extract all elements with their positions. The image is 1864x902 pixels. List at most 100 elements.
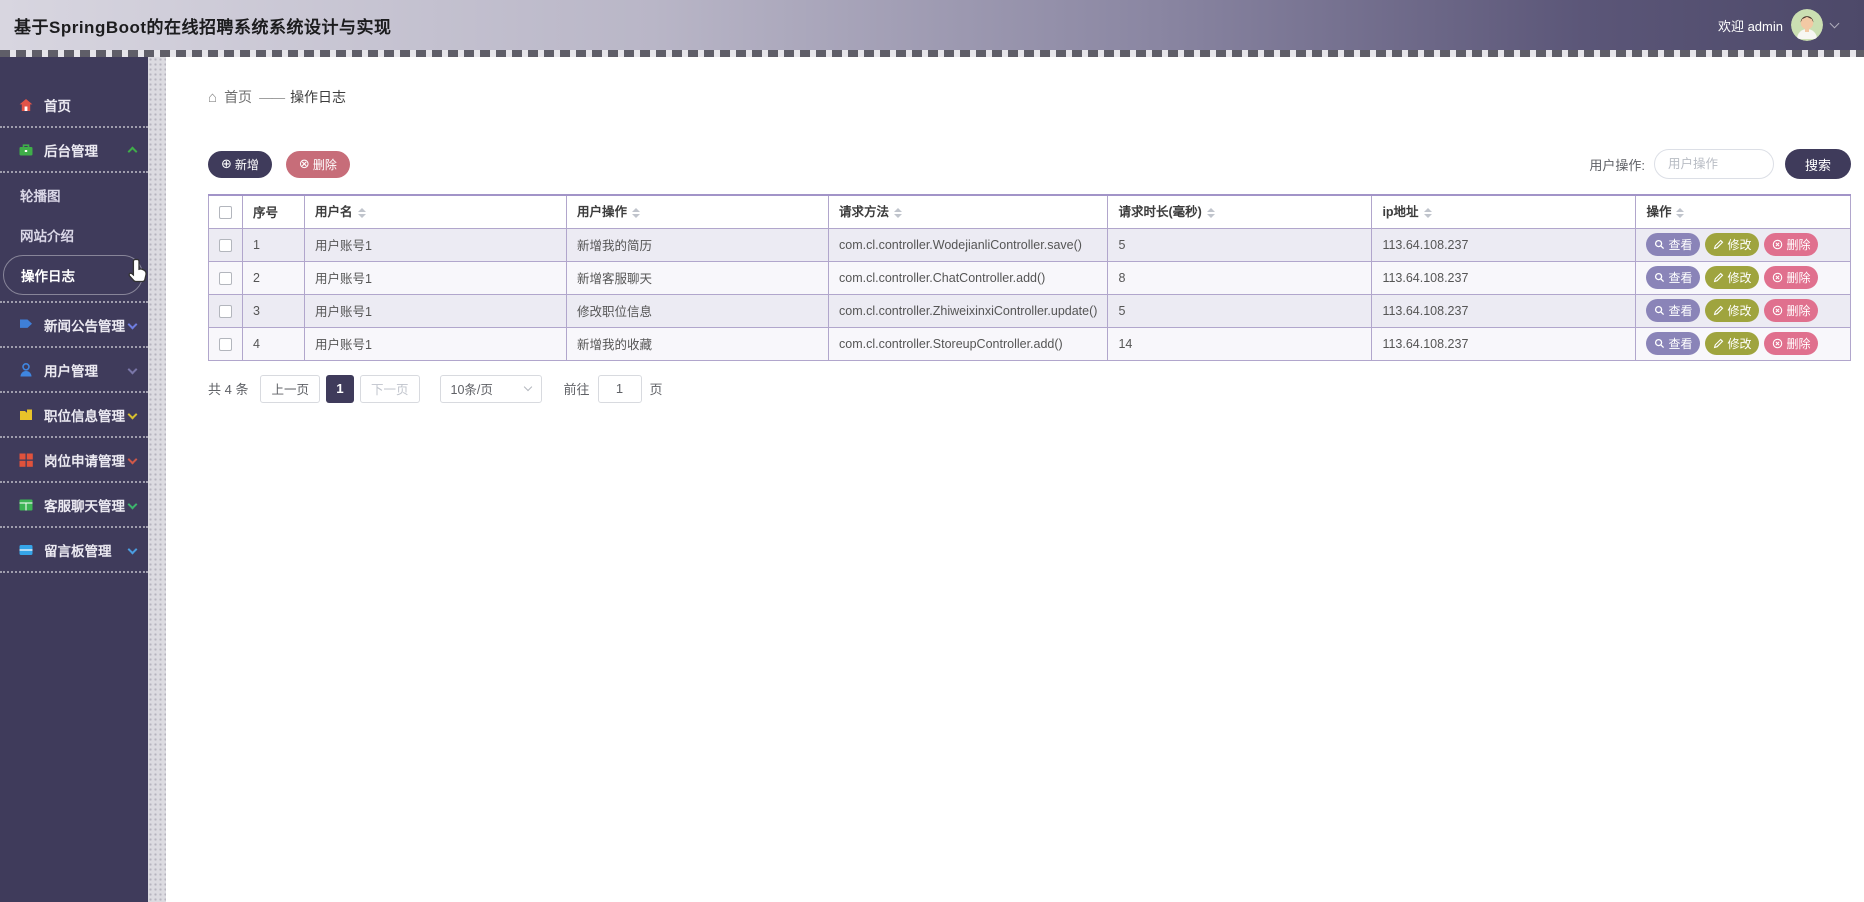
apply-grid-icon [19,453,33,467]
breadcrumb-home[interactable]: 首页 [224,87,252,107]
chevron-down-icon [127,499,138,510]
sidebar-item-operation-log[interactable]: 操作日志 [3,255,143,295]
magnifier-icon [1655,305,1665,316]
sidebar-item-news[interactable]: 新闻公告管理 [0,303,148,348]
sidebar-item-label: 网站介绍 [20,229,74,244]
search-input[interactable] [1654,149,1774,179]
edit-icon [1714,272,1724,283]
main-layout: 首页 后台管理 轮播图 网站介绍 操作日志 新闻公告管理 用户管理 职位信息管理… [0,57,1864,902]
delete-row-button[interactable]: 删除 [1764,332,1819,355]
cell-index: 3 [242,293,305,328]
sidebar-item-label: 留言板管理 [44,543,112,559]
goto-suffix: 页 [649,382,663,397]
table-row: 3 用户账号1 修改职位信息 com.cl.controller.Zhiweix… [208,293,1851,328]
row-actions: 查看 修改 删除 [1646,332,1840,355]
magnifier-icon [1655,239,1665,250]
sidebar-item-applications[interactable]: 岗位申请管理 [0,438,148,483]
view-button[interactable]: 查看 [1646,332,1701,355]
delete-button[interactable]: 删除 [285,150,350,178]
row-actions: 查看 修改 删除 [1646,266,1840,289]
edit-icon [1714,338,1724,349]
goto-page-input[interactable] [597,374,642,403]
view-button[interactable]: 查看 [1646,233,1701,256]
add-button[interactable]: 新增 [208,150,272,178]
view-button[interactable]: 查看 [1646,299,1701,322]
cell-ip: 113.64.108.237 [1371,227,1637,262]
sidebar-item-home[interactable]: 首页 [0,83,148,128]
pagination-goto: 前往 页 [564,374,663,403]
column-header-operation[interactable]: 用户操作 [566,194,829,229]
column-header-username[interactable]: 用户名 [304,194,567,229]
header-user-area: 欢迎 admin [1718,9,1864,41]
delete-row-button[interactable]: 删除 [1764,266,1819,289]
edit-button[interactable]: 修改 [1705,332,1760,355]
column-header-actions[interactable]: 操作 [1635,194,1851,229]
breadcrumb-current: 操作日志 [290,89,347,105]
edit-button[interactable]: 修改 [1705,233,1760,256]
sort-icon[interactable] [894,204,903,222]
column-header-index: 序号 [242,194,305,229]
view-button-label: 查看 [1668,238,1693,252]
chevron-up-icon [127,146,138,157]
sidebar-item-label: 操作日志 [21,269,75,284]
cell-username: 用户账号1 [304,260,567,295]
sidebar-item-label: 首页 [44,98,71,114]
row-checkbox[interactable] [219,304,232,318]
sidebar: 首页 后台管理 轮播图 网站介绍 操作日志 新闻公告管理 用户管理 职位信息管理… [0,57,148,902]
search-button[interactable]: 搜索 [1785,149,1851,179]
column-header-duration[interactable]: 请求时长(毫秒) [1107,194,1373,229]
select-all-checkbox[interactable] [219,205,232,219]
sidebar-item-users[interactable]: 用户管理 [0,348,148,393]
job-icon [20,409,32,420]
avatar[interactable] [1791,9,1823,41]
cell-method: com.cl.controller.ChatController.add() [827,260,1109,295]
sidebar-item-admin[interactable]: 后台管理 [0,128,148,173]
view-button-label: 查看 [1668,271,1693,285]
sort-icon[interactable] [357,204,366,222]
x-circle-icon [1773,305,1783,316]
sidebar-item-label: 新闻公告管理 [44,318,125,334]
cell-operation: 新增我的简历 [566,227,829,262]
sidebar-item-service-chat[interactable]: 客服聊天管理 [0,483,148,528]
sidebar-item-label: 岗位申请管理 [44,453,125,469]
add-button-label: 新增 [234,157,259,172]
avatar-image [1791,9,1823,41]
sidebar-item-carousel[interactable]: 轮播图 [0,175,148,215]
sort-icon[interactable] [1206,204,1215,222]
column-header-label: ip地址 [1382,205,1419,220]
delete-button-label: 删除 [1786,271,1811,285]
page-number-button[interactable]: 1 [325,374,354,403]
edit-button-label: 修改 [1727,271,1752,285]
sort-icon[interactable] [1676,204,1685,222]
sidebar-item-label: 用户管理 [44,363,98,379]
page-size-select[interactable]: 10条/页 [439,374,542,403]
row-actions: 查看 修改 删除 [1646,233,1840,256]
column-header-ip[interactable]: ip地址 [1371,194,1637,229]
next-page-button[interactable]: 下一页 [359,374,420,403]
edit-button-label: 修改 [1727,337,1752,351]
sort-icon[interactable] [1423,204,1432,222]
welcome-text: 欢迎 admin [1717,18,1783,34]
edit-button[interactable]: 修改 [1705,266,1760,289]
edit-icon [1714,239,1724,250]
view-button[interactable]: 查看 [1646,266,1701,289]
prev-page-button[interactable]: 上一页 [260,374,320,403]
cell-duration: 5 [1107,293,1373,328]
home-icon [19,98,33,111]
search-label: 用户操作: [1589,157,1645,173]
page-size-value: 10条/页 [450,383,493,397]
pagination: 共 4 条 上一页 1 下一页 10条/页 前往 页 [208,374,1851,403]
sidebar-submenu-admin: 轮播图 网站介绍 操作日志 [0,173,148,303]
edit-button[interactable]: 修改 [1705,299,1760,322]
sidebar-item-jobs[interactable]: 职位信息管理 [0,393,148,438]
sidebar-item-message-board[interactable]: 留言板管理 [0,528,148,573]
column-header-label: 操作 [1646,205,1672,220]
delete-row-button[interactable]: 删除 [1764,233,1819,256]
column-header-method[interactable]: 请求方法 [827,194,1109,229]
delete-row-button[interactable]: 删除 [1764,299,1819,322]
row-checkbox[interactable] [219,271,232,285]
row-checkbox[interactable] [219,337,232,351]
row-checkbox[interactable] [219,238,232,252]
sort-icon[interactable] [632,204,641,222]
sidebar-item-site-intro[interactable]: 网站介绍 [0,215,148,255]
